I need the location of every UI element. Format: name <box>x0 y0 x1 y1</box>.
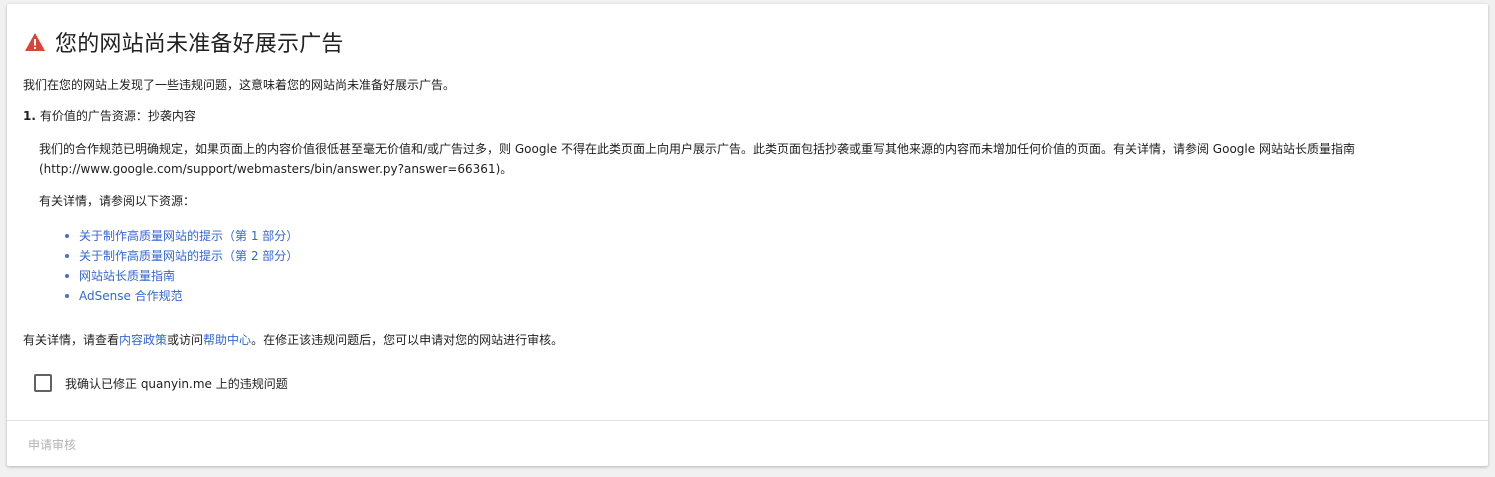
list-item: 关于制作高质量网站的提示（第 2 部分） <box>63 246 298 266</box>
list-item: AdSense 合作规范 <box>63 286 298 306</box>
issue-heading: 1. 有价值的广告资源：抄袭内容 <box>23 107 196 125</box>
bullet-icon <box>65 254 69 258</box>
more-info-text: 有关详情，请查看内容政策或访问帮助中心。在修正该违规问题后，您可以申请对您的网站… <box>23 331 563 349</box>
list-item: 关于制作高质量网站的提示（第 1 部分） <box>63 226 298 246</box>
resources-label: 有关详情，请参阅以下资源： <box>39 194 196 208</box>
page-title: 您的网站尚未准备好展示广告 <box>55 32 344 57</box>
confirm-fix-row[interactable]: 我确认已修正 quanyin.me 上的违规问题 <box>34 374 288 392</box>
warning-icon <box>24 32 46 52</box>
policy-violation-card: 您的网站尚未准备好展示广告 我们在您的网站上发现了一些违规问题，这意味着您的网站… <box>7 4 1488 466</box>
resource-link-quality-tips-part1[interactable]: 关于制作高质量网站的提示（第 1 部分） <box>79 229 298 243</box>
card-header: 您的网站尚未准备好展示广告 <box>24 26 344 58</box>
bullet-icon <box>65 294 69 298</box>
resource-link-adsense-policies[interactable]: AdSense 合作规范 <box>79 289 183 303</box>
request-review-button[interactable]: 申请审核 <box>28 436 76 453</box>
resource-list: 关于制作高质量网站的提示（第 1 部分） 关于制作高质量网站的提示（第 2 部分… <box>63 226 298 306</box>
issue-description: 我们的合作规范已明确规定，如果页面上的内容价值很低甚至毫无价值和/或广告过多，则… <box>39 142 1355 176</box>
help-center-link[interactable]: 帮助中心 <box>203 333 251 347</box>
resource-link-quality-tips-part2[interactable]: 关于制作高质量网站的提示（第 2 部分） <box>79 249 298 263</box>
issue-number: 1. <box>23 109 36 123</box>
bullet-icon <box>65 234 69 238</box>
issue-title: 有价值的广告资源：抄袭内容 <box>39 109 196 123</box>
bullet-icon <box>65 274 69 278</box>
divider <box>7 420 1488 421</box>
confirm-fix-checkbox[interactable] <box>34 374 52 392</box>
intro-text: 我们在您的网站上发现了一些违规问题，这意味着您的网站尚未准备好展示广告。 <box>23 78 456 92</box>
resource-link-webmaster-guidelines[interactable]: 网站站长质量指南 <box>79 269 175 283</box>
more-info-middle: 或访问 <box>167 333 204 347</box>
more-info-prefix: 有关详情，请查看 <box>23 333 120 347</box>
content-policy-link[interactable]: 内容政策 <box>119 333 167 347</box>
list-item: 网站站长质量指南 <box>63 266 298 286</box>
confirm-fix-label[interactable]: 我确认已修正 quanyin.me 上的违规问题 <box>65 375 288 392</box>
more-info-suffix: 。在修正该违规问题后，您可以申请对您的网站进行审核。 <box>251 333 564 347</box>
